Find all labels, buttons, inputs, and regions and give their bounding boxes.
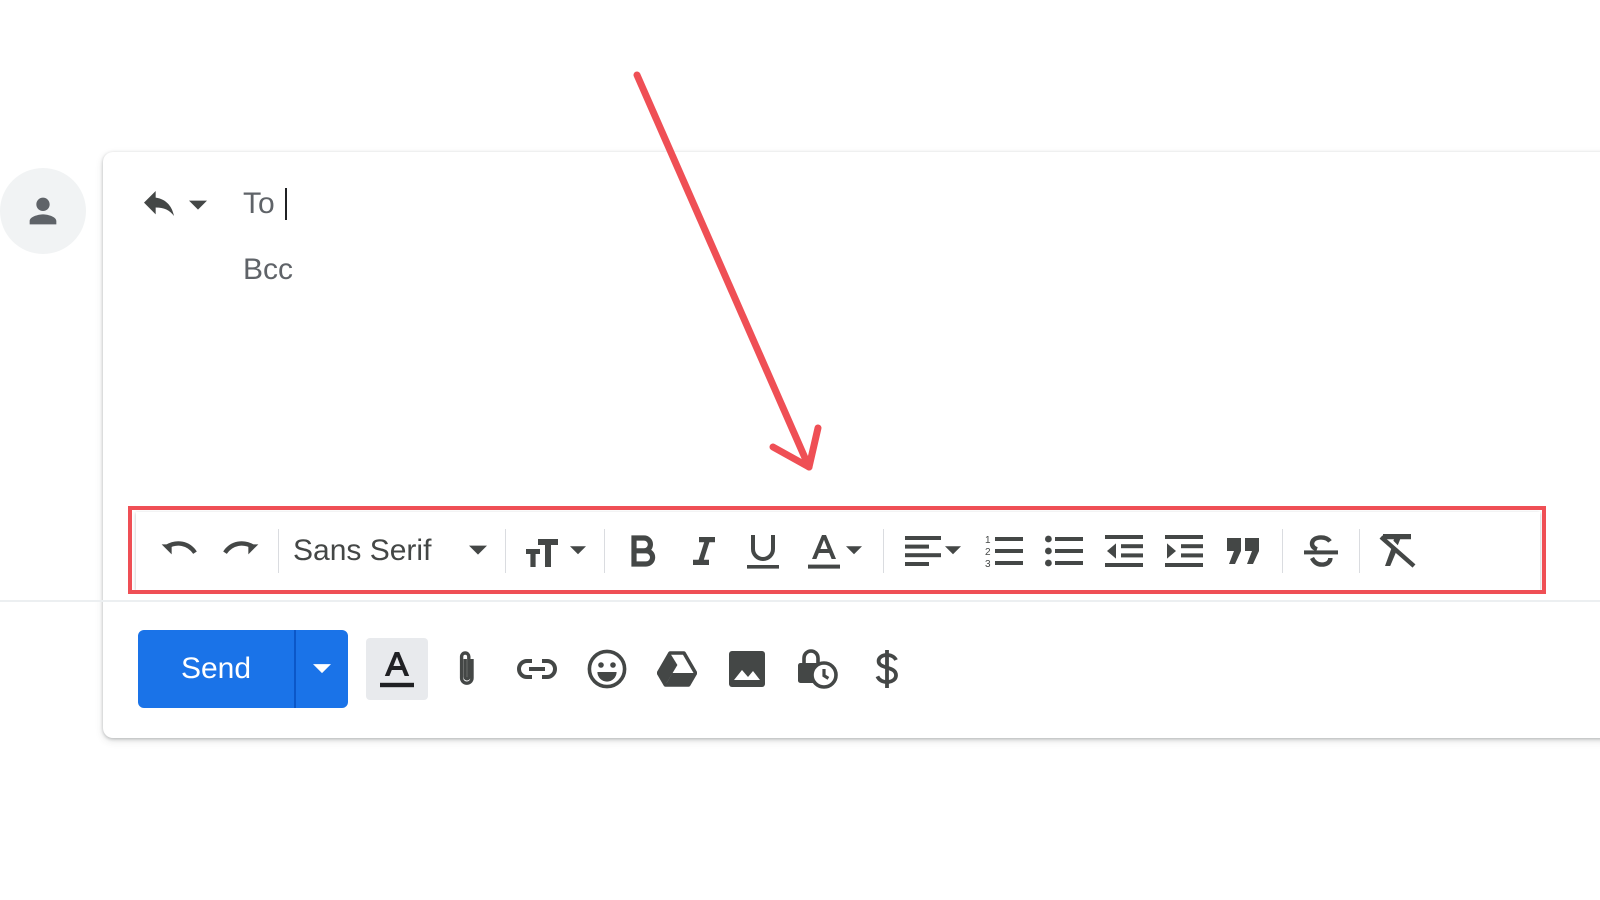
quote-button[interactable] bbox=[1214, 523, 1274, 579]
insert-link-button[interactable] bbox=[506, 638, 568, 700]
svg-text:1: 1 bbox=[985, 535, 991, 546]
remove-formatting-button[interactable] bbox=[1368, 523, 1428, 579]
formatting-options-icon bbox=[380, 652, 414, 688]
toolbar-separator bbox=[883, 529, 884, 573]
send-options-button[interactable] bbox=[294, 630, 348, 708]
quote-icon bbox=[1227, 538, 1259, 564]
redo-button[interactable] bbox=[210, 523, 270, 579]
formatting-options-button[interactable] bbox=[366, 638, 428, 700]
toolbar-separator bbox=[1359, 529, 1360, 573]
italic-icon bbox=[693, 537, 715, 565]
font-family-value: Sans Serif bbox=[293, 534, 432, 567]
underline-button[interactable] bbox=[733, 523, 793, 579]
attach-file-button[interactable] bbox=[436, 638, 498, 700]
strikethrough-button[interactable] bbox=[1291, 523, 1351, 579]
insert-photo-icon bbox=[729, 651, 765, 687]
indent-less-button[interactable] bbox=[1094, 523, 1154, 579]
indent-less-icon bbox=[1105, 535, 1143, 567]
attach-file-icon bbox=[459, 651, 474, 685]
font-family-select[interactable]: Sans Serif bbox=[287, 523, 497, 579]
undo-button[interactable] bbox=[150, 523, 210, 579]
chevron-down-icon bbox=[469, 545, 487, 555]
text-cursor bbox=[284, 188, 287, 220]
align-button[interactable] bbox=[892, 523, 974, 579]
send-button[interactable]: Send bbox=[138, 630, 294, 708]
google-drive-icon bbox=[657, 651, 697, 687]
insert-link-icon bbox=[517, 659, 557, 679]
svg-text:2: 2 bbox=[985, 547, 991, 558]
bcc-field[interactable]: Bcc bbox=[243, 250, 293, 290]
numbered-list-icon: 1 2 3 bbox=[985, 535, 1023, 569]
person-icon bbox=[29, 197, 57, 225]
confidential-mode-icon bbox=[798, 649, 838, 689]
insert-emoji-button[interactable] bbox=[576, 638, 638, 700]
text-size-button[interactable] bbox=[514, 523, 596, 579]
italic-button[interactable] bbox=[673, 523, 733, 579]
toolbar-separator bbox=[278, 529, 279, 573]
send-money-button[interactable] bbox=[856, 638, 918, 700]
chevron-down-icon bbox=[313, 663, 331, 673]
insert-drive-file-button[interactable] bbox=[646, 638, 708, 700]
toolbar-separator bbox=[505, 529, 506, 573]
redo-icon bbox=[223, 541, 259, 555]
formatting-toolbar: Sans Serif 1 2 3 bbox=[136, 512, 1540, 590]
bcc-label: Bcc bbox=[243, 253, 294, 286]
bold-button[interactable] bbox=[613, 523, 673, 579]
confidential-mode-button[interactable] bbox=[786, 638, 848, 700]
bulleted-list-button[interactable] bbox=[1034, 523, 1094, 579]
bulleted-list-icon bbox=[1045, 535, 1083, 567]
dollar-icon bbox=[875, 650, 898, 688]
text-color-icon bbox=[808, 535, 840, 569]
send-button-group: Send bbox=[138, 630, 348, 708]
indent-more-icon bbox=[1165, 535, 1203, 567]
chevron-down-icon bbox=[570, 546, 586, 555]
svg-text:3: 3 bbox=[985, 559, 991, 569]
indent-more-button[interactable] bbox=[1154, 523, 1214, 579]
emoji-icon bbox=[587, 649, 627, 689]
avatar bbox=[0, 168, 86, 254]
text-size-icon bbox=[526, 539, 558, 567]
underline-icon bbox=[747, 535, 779, 569]
chevron-down-icon bbox=[846, 546, 862, 555]
numbered-list-button[interactable]: 1 2 3 bbox=[974, 523, 1034, 579]
reply-icon bbox=[144, 191, 174, 216]
chevron-down-icon bbox=[945, 546, 961, 555]
undo-icon bbox=[161, 541, 197, 555]
remove-formatting-icon bbox=[1379, 534, 1416, 568]
insert-photo-button[interactable] bbox=[716, 638, 778, 700]
strikethrough-icon bbox=[1304, 535, 1338, 567]
to-field[interactable]: To bbox=[243, 184, 287, 224]
align-left-icon bbox=[905, 536, 941, 566]
bottom-action-bar: Send bbox=[138, 630, 918, 708]
toolbar-separator bbox=[604, 529, 605, 573]
reply-type-button[interactable] bbox=[139, 186, 219, 226]
compose-divider bbox=[0, 600, 1600, 602]
toolbar-separator bbox=[1282, 529, 1283, 573]
text-color-button[interactable] bbox=[793, 523, 875, 579]
to-label: To bbox=[243, 187, 275, 220]
chevron-down-icon bbox=[189, 200, 207, 210]
bold-icon bbox=[631, 535, 656, 567]
